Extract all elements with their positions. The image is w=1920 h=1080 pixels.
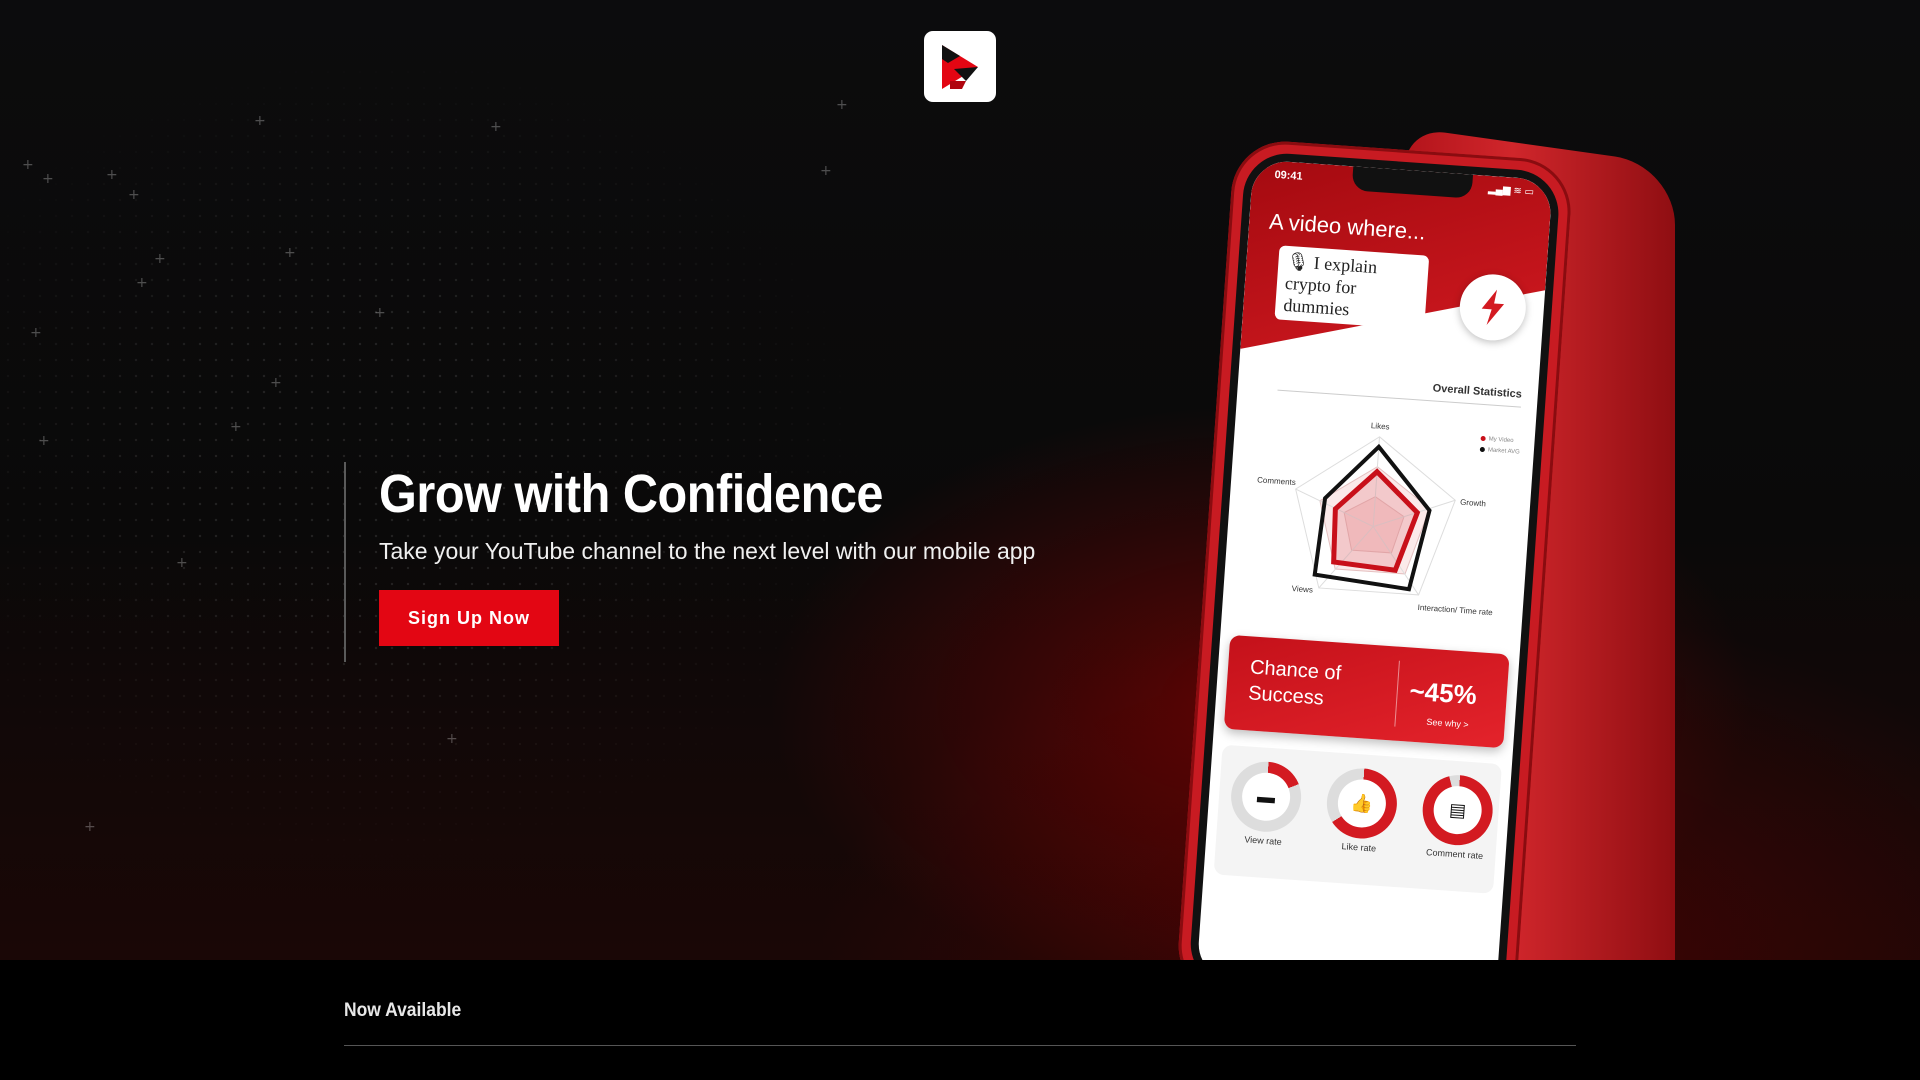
footer-section bbox=[0, 960, 1920, 1080]
microphone-icon: 🎙 bbox=[1285, 250, 1311, 273]
chance-divider bbox=[1394, 660, 1400, 727]
radar-axis-growth: Growth bbox=[1460, 498, 1486, 509]
radar-axis-likes: Likes bbox=[1371, 421, 1390, 431]
plus-decoration: + bbox=[230, 419, 242, 435]
plus-decoration: + bbox=[270, 375, 282, 391]
rates-panel: ▬ View rate 👍 Like rate ▤ Comment rate bbox=[1213, 744, 1503, 894]
plus-decoration: + bbox=[284, 245, 296, 261]
chance-of-success-value: ~45% bbox=[1408, 675, 1478, 711]
radar-chart: Likes Growth Interaction/ Time rate View… bbox=[1257, 421, 1494, 617]
plus-decoration: + bbox=[820, 163, 832, 179]
plus-decoration: + bbox=[128, 187, 140, 203]
plus-decoration: + bbox=[490, 119, 502, 135]
comment-icon: ▤ bbox=[1448, 799, 1467, 821]
plus-decoration: + bbox=[154, 251, 166, 267]
plus-decoration: + bbox=[374, 305, 386, 321]
see-why-link[interactable]: See why > bbox=[1426, 717, 1469, 730]
comment-rate-ring: ▤ bbox=[1420, 772, 1496, 848]
like-rate-item[interactable]: 👍 Like rate bbox=[1316, 766, 1408, 856]
plus-decoration: + bbox=[836, 97, 848, 113]
plus-decoration: + bbox=[84, 819, 96, 835]
thumbs-up-icon: 👍 bbox=[1350, 792, 1374, 814]
lightning-bolt-icon bbox=[1481, 289, 1505, 326]
logo-icon bbox=[942, 44, 978, 89]
plus-decoration: + bbox=[38, 433, 50, 449]
phone-screen: 09:41 ▂▄▆ ≋ ▭ A video where... 🎙 I expla… bbox=[1187, 150, 1562, 960]
comment-rate-item[interactable]: ▤ Comment rate bbox=[1411, 772, 1503, 862]
radar-axis-views: Views bbox=[1291, 584, 1313, 594]
hero-subheadline: Take your YouTube channel to the next le… bbox=[379, 538, 1036, 564]
plus-decoration: + bbox=[254, 113, 266, 129]
footer-divider bbox=[344, 1045, 1576, 1046]
phone-mockup: 09:41 ▂▄▆ ≋ ▭ A video where... 🎙 I expla… bbox=[1175, 127, 1735, 960]
sign-up-button[interactable]: Sign Up Now bbox=[379, 590, 559, 646]
like-rate-ring: 👍 bbox=[1324, 766, 1400, 841]
comment-rate-label: Comment rate bbox=[1425, 847, 1484, 862]
view-rate-ring: ▬ bbox=[1228, 759, 1304, 835]
plus-decoration: + bbox=[22, 157, 34, 173]
plus-decoration: + bbox=[176, 555, 188, 571]
hero-text-block: Grow with Confidence Take your YouTube c… bbox=[344, 462, 1104, 662]
overall-statistics-title: Overall Statistics bbox=[1432, 382, 1523, 401]
plus-decoration: + bbox=[446, 731, 458, 747]
plus-decoration: + bbox=[136, 275, 148, 291]
hero-section: + + + + + + + + + + + + + + + + + + + Gr… bbox=[0, 0, 1920, 960]
video-prompt-chip: 🎙 I explain crypto for dummies bbox=[1274, 245, 1430, 330]
like-rate-label: Like rate bbox=[1341, 841, 1377, 854]
now-available-heading: Now Available bbox=[344, 1000, 462, 1021]
view-rate-item[interactable]: ▬ View rate bbox=[1220, 759, 1312, 849]
app-logo[interactable] bbox=[924, 31, 996, 102]
view-rate-label: View rate bbox=[1244, 834, 1283, 847]
status-time: 09:41 bbox=[1274, 168, 1304, 183]
radar-axis-interaction: Interaction/ Time rate bbox=[1417, 603, 1493, 617]
chance-of-success-label: Chance of Success bbox=[1247, 656, 1342, 710]
plus-decoration: + bbox=[42, 171, 54, 187]
monitor-icon: ▬ bbox=[1256, 785, 1276, 807]
plus-decoration: + bbox=[106, 167, 118, 183]
phone-body: 09:41 ▂▄▆ ≋ ▭ A video where... 🎙 I expla… bbox=[1175, 138, 1575, 960]
plus-decoration: + bbox=[30, 325, 42, 341]
chance-of-success-card[interactable]: Chance of Success ~45% See why > bbox=[1223, 634, 1510, 749]
radar-axis-comments: Comments bbox=[1257, 475, 1296, 487]
hero-headline: Grow with Confidence bbox=[379, 464, 884, 524]
